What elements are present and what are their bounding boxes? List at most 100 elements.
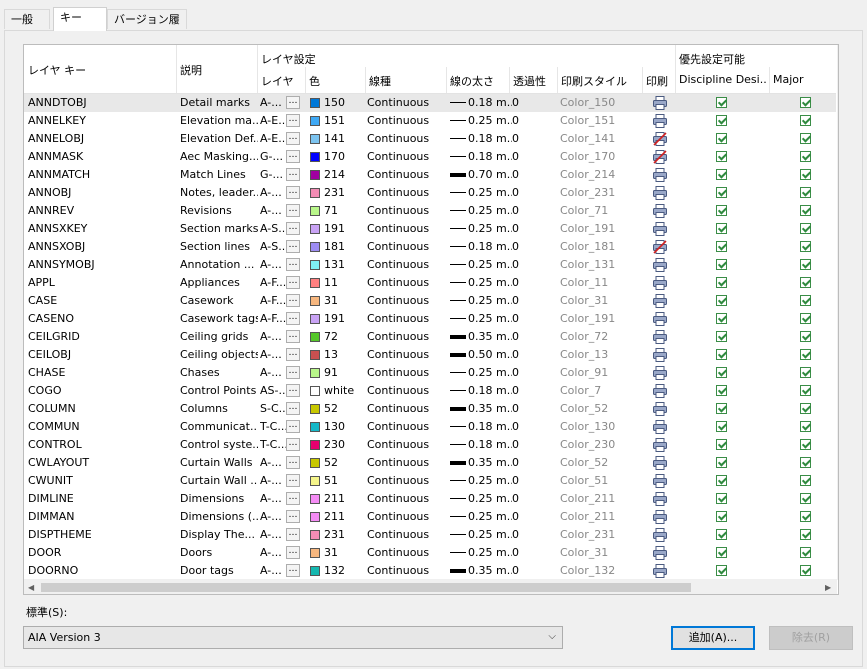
browse-layer-button[interactable]: … (286, 564, 300, 577)
table-row[interactable]: COGO Control PointsAS-...… whiteContinuous… (24, 382, 836, 400)
linetype-cell[interactable]: Continuous (367, 400, 445, 418)
color-cell[interactable]: 150 (324, 94, 364, 112)
discipline-checkbox[interactable] (716, 475, 727, 486)
printer-icon[interactable] (652, 221, 668, 237)
layer-key-cell[interactable]: CEILGRID (28, 328, 174, 346)
printer-icon[interactable] (652, 491, 668, 507)
plot-style-cell[interactable]: Color_231 (560, 526, 640, 544)
lineweight-cell[interactable]: 0.25 m... (468, 364, 512, 382)
transparency-cell[interactable]: 0 (512, 310, 552, 328)
color-cell[interactable]: 131 (324, 256, 364, 274)
standard-select[interactable]: AIA Version 3 ⌵ (23, 626, 563, 649)
discipline-checkbox[interactable] (716, 331, 727, 342)
description-cell[interactable]: Casework (180, 292, 258, 310)
major-checkbox[interactable] (800, 187, 811, 198)
lineweight-cell[interactable]: 0.50 m... (468, 346, 512, 364)
scroll-right-icon[interactable]: ▶ (825, 583, 831, 592)
layer-key-cell[interactable]: ANNELKEY (28, 112, 174, 130)
scroll-left-icon[interactable]: ◀ (28, 583, 34, 592)
lineweight-cell[interactable]: 0.25 m... (468, 292, 512, 310)
linetype-cell[interactable]: Continuous (367, 364, 445, 382)
browse-layer-button[interactable]: … (286, 294, 300, 307)
table-row[interactable]: COLUMN ColumnsS-C...… 52Continuous 0.35 m..… (24, 400, 836, 418)
description-cell[interactable]: Control Points (180, 382, 258, 400)
browse-layer-button[interactable]: … (286, 96, 300, 109)
layer-key-cell[interactable]: CWUNIT (28, 472, 174, 490)
major-checkbox[interactable] (800, 349, 811, 360)
discipline-checkbox[interactable] (716, 295, 727, 306)
linetype-cell[interactable]: Continuous (367, 418, 445, 436)
description-cell[interactable]: Doors (180, 544, 258, 562)
linetype-cell[interactable]: Continuous (367, 346, 445, 364)
layer-cell[interactable]: A-... (260, 256, 286, 274)
major-checkbox[interactable] (800, 331, 811, 342)
layer-cell[interactable]: A-... (260, 328, 286, 346)
lineweight-cell[interactable]: 0.35 m... (468, 400, 512, 418)
description-cell[interactable]: Detail marks (180, 94, 258, 112)
description-cell[interactable]: Columns (180, 400, 258, 418)
browse-layer-button[interactable]: … (286, 312, 300, 325)
lineweight-cell[interactable]: 0.25 m... (468, 310, 512, 328)
color-cell[interactable]: 13 (324, 346, 364, 364)
printer-icon[interactable] (652, 347, 668, 363)
layer-key-cell[interactable]: ANNREV (28, 202, 174, 220)
transparency-cell[interactable]: 0 (512, 364, 552, 382)
layer-cell[interactable]: AS-... (260, 382, 286, 400)
transparency-cell[interactable]: 0 (512, 94, 552, 112)
major-checkbox[interactable] (800, 169, 811, 180)
lineweight-cell[interactable]: 0.18 m... (468, 382, 512, 400)
no-plot-printer-icon[interactable] (652, 149, 668, 165)
layer-cell[interactable]: A-... (260, 472, 286, 490)
layer-cell[interactable]: G-... (260, 166, 286, 184)
discipline-checkbox[interactable] (716, 547, 727, 558)
plot-style-cell[interactable]: Color_214 (560, 166, 640, 184)
layer-key-cell[interactable]: CHASE (28, 364, 174, 382)
browse-layer-button[interactable]: … (286, 186, 300, 199)
discipline-checkbox[interactable] (716, 151, 727, 162)
color-cell[interactable]: 72 (324, 328, 364, 346)
layer-key-cell[interactable]: APPL (28, 274, 174, 292)
color-cell[interactable]: 52 (324, 454, 364, 472)
description-cell[interactable]: Door tags (180, 562, 258, 580)
layer-key-cell[interactable]: CWLAYOUT (28, 454, 174, 472)
transparency-cell[interactable]: 0 (512, 184, 552, 202)
major-checkbox[interactable] (800, 475, 811, 486)
layer-cell[interactable]: A-E... (260, 112, 286, 130)
plot-style-cell[interactable]: Color_7 (560, 382, 640, 400)
layer-cell[interactable]: T-C... (260, 436, 286, 454)
color-cell[interactable]: white (324, 382, 364, 400)
lineweight-cell[interactable]: 0.35 m... (468, 562, 512, 580)
color-cell[interactable]: 151 (324, 112, 364, 130)
layer-key-cell[interactable]: DISPTHEME (28, 526, 174, 544)
browse-layer-button[interactable]: … (286, 528, 300, 541)
description-cell[interactable]: Match Lines (180, 166, 258, 184)
description-cell[interactable]: Revisions (180, 202, 258, 220)
linetype-cell[interactable]: Continuous (367, 472, 445, 490)
color-cell[interactable]: 181 (324, 238, 364, 256)
major-checkbox[interactable] (800, 223, 811, 234)
linetype-cell[interactable]: Continuous (367, 382, 445, 400)
discipline-checkbox[interactable] (716, 439, 727, 450)
color-cell[interactable]: 231 (324, 184, 364, 202)
plot-style-cell[interactable]: Color_181 (560, 238, 640, 256)
vertical-scrollbar[interactable] (837, 45, 838, 580)
discipline-checkbox[interactable] (716, 241, 727, 252)
browse-layer-button[interactable]: … (286, 204, 300, 217)
layer-cell[interactable]: A-F... (260, 274, 286, 292)
transparency-cell[interactable]: 0 (512, 220, 552, 238)
layer-key-cell[interactable]: ANNSYMOBJ (28, 256, 174, 274)
major-checkbox[interactable] (800, 385, 811, 396)
layer-cell[interactable]: A-... (260, 526, 286, 544)
description-cell[interactable]: Dimensions (... (180, 508, 258, 526)
layer-key-cell[interactable]: ANNMATCH (28, 166, 174, 184)
header-color[interactable]: 色 (309, 73, 320, 89)
browse-layer-button[interactable]: … (286, 492, 300, 505)
description-cell[interactable]: Chases (180, 364, 258, 382)
color-cell[interactable]: 11 (324, 274, 364, 292)
plot-style-cell[interactable]: Color_91 (560, 364, 640, 382)
layer-key-cell[interactable]: CASENO (28, 310, 174, 328)
printer-icon[interactable] (652, 203, 668, 219)
description-cell[interactable]: Aec Masking... (180, 148, 258, 166)
description-cell[interactable]: Appliances (180, 274, 258, 292)
browse-layer-button[interactable]: … (286, 114, 300, 127)
